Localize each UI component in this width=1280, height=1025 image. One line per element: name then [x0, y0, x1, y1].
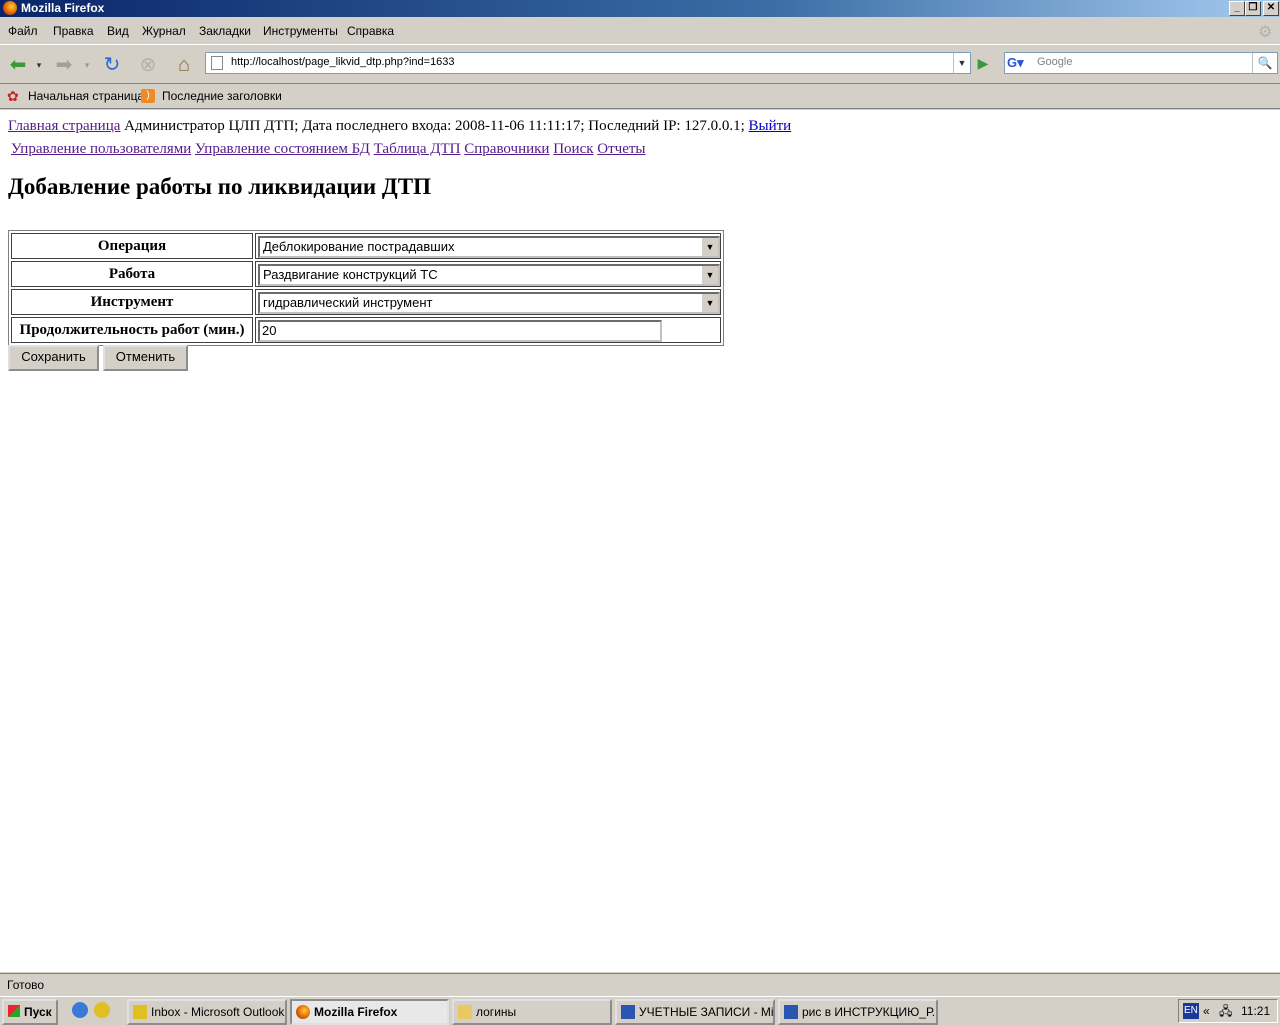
firefox-icon [3, 1, 17, 15]
forward-dropdown-icon[interactable]: ▾ [80, 53, 94, 77]
task-word-accounts[interactable]: УЧЕТНЫЕ ЗАПИСИ - Mi... [615, 999, 775, 1025]
url-text[interactable]: http://localhost/page_likvid_dtp.php?ind… [231, 56, 455, 68]
maximize-button[interactable]: ❐ [1245, 1, 1261, 16]
home-link[interactable]: Главная страница [8, 118, 120, 134]
nav-dtp-table-link[interactable]: Таблица ДТП [374, 141, 461, 157]
work-form-table: Операция Деблокирование пострадавших ▼ Р… [8, 230, 724, 346]
chevron-down-icon[interactable]: ▼ [701, 238, 718, 256]
menu-tools[interactable]: Инструменты [263, 24, 338, 38]
bookmark-start-page[interactable]: Начальная страница [28, 89, 144, 103]
tool-label: Инструмент [11, 289, 253, 315]
bookmark-latest-headlines[interactable]: Последние заголовки [162, 89, 282, 103]
go-arrow-icon[interactable]: ▶ [973, 53, 993, 73]
user-info-text: Администратор ЦЛП ДТП; Дата последнего в… [120, 118, 749, 134]
task-label: Mozilla Firefox [314, 1005, 398, 1019]
ie-quicklaunch-icon[interactable] [72, 1002, 88, 1018]
task-label: Inbox - Microsoft Outlook [151, 1005, 285, 1019]
task-label: логины [476, 1005, 517, 1019]
menu-file[interactable]: Файл [8, 24, 38, 38]
stop-icon[interactable]: ⊗ [136, 53, 160, 77]
url-dropdown-icon[interactable]: ▼ [953, 53, 970, 73]
cancel-button[interactable]: Отменить [103, 345, 188, 371]
status-bar: Готово [0, 973, 1280, 995]
page-title: Добавление работы по ликвидации ДТП [8, 174, 431, 199]
outlook-icon [133, 1005, 147, 1019]
menu-bar: Файл Правка Вид Журнал Закладки Инструме… [0, 20, 1280, 42]
word-icon [621, 1005, 635, 1019]
menu-history[interactable]: Журнал [142, 24, 186, 38]
logout-link[interactable]: Выйти [749, 118, 792, 134]
language-indicator[interactable]: EN [1183, 1003, 1199, 1019]
tool-select[interactable]: гидравлический инструмент ▼ [258, 292, 720, 314]
start-button[interactable]: Пуск [2, 999, 58, 1025]
operation-label: Операция [11, 233, 253, 259]
reload-icon[interactable]: ↻ [100, 53, 124, 77]
system-tray: EN « 🖧 11:21 [1178, 999, 1278, 1023]
close-button[interactable]: ✕ [1263, 1, 1279, 16]
nav-search-link[interactable]: Поиск [553, 141, 593, 157]
work-selected-value: Раздвигание конструкций ТС [263, 267, 438, 282]
outlook-quicklaunch-icon[interactable] [94, 1002, 110, 1018]
search-box[interactable]: G▾ Google 🔍 [1004, 52, 1278, 74]
network-icon[interactable]: 🖧 [1219, 1000, 1232, 1022]
duration-input[interactable]: 20 [258, 320, 662, 342]
search-magnifier-icon[interactable]: 🔍 [1252, 53, 1277, 73]
google-engine-icon[interactable]: G▾ [1007, 55, 1031, 71]
tool-selected-value: гидравлический инструмент [263, 295, 433, 310]
windows-taskbar: Пуск Inbox - Microsoft Outlook Mozilla F… [0, 996, 1280, 1025]
task-outlook[interactable]: Inbox - Microsoft Outlook [127, 999, 287, 1025]
word-icon [784, 1005, 798, 1019]
menu-view[interactable]: Вид [107, 24, 129, 38]
menu-edit[interactable]: Правка [53, 24, 94, 38]
back-arrow-icon[interactable]: ⬅ [6, 53, 30, 77]
page-content: Главная страница Администратор ЦЛП ДТП; … [0, 110, 1280, 972]
nav-users-link[interactable]: Управление пользователями [11, 141, 191, 157]
menu-help[interactable]: Справка [347, 24, 394, 38]
url-bar[interactable]: http://localhost/page_likvid_dtp.php?ind… [205, 52, 971, 74]
bookmarks-toolbar: ✿ Начальная страница ) Последние заголов… [0, 84, 1280, 109]
work-select[interactable]: Раздвигание конструкций ТС ▼ [258, 264, 720, 286]
nav-reports-link[interactable]: Отчеты [597, 141, 645, 157]
duration-label: Продолжительность работ (мин.) [11, 317, 253, 343]
nav-db-state-link[interactable]: Управление состоянием БД [195, 141, 370, 157]
window-title: Mozilla Firefox [21, 1, 105, 15]
chevron-down-icon[interactable]: ▼ [701, 294, 718, 312]
clock: 11:21 [1241, 1004, 1271, 1018]
nav-references-link[interactable]: Справочники [464, 141, 549, 157]
folder-icon [458, 1005, 472, 1019]
task-firefox[interactable]: Mozilla Firefox [290, 999, 449, 1025]
throbber-icon: ⚙ [1258, 24, 1273, 41]
minimize-button[interactable]: _ [1229, 1, 1245, 16]
menu-bookmarks[interactable]: Закладки [199, 24, 251, 38]
start-page-icon: ✿ [7, 88, 19, 104]
status-text: Готово [7, 978, 45, 992]
search-input[interactable]: Google [1037, 56, 1072, 68]
tray-expand-icon[interactable]: « [1203, 1000, 1210, 1022]
task-word-instruction[interactable]: рис в ИНСТРУКЦИЮ_Р... [778, 999, 938, 1025]
chevron-down-icon[interactable]: ▼ [701, 266, 718, 284]
rss-icon: ) [141, 89, 155, 103]
back-dropdown-icon[interactable]: ▾ [32, 53, 46, 77]
save-button[interactable]: Сохранить [8, 345, 99, 371]
firefox-icon [296, 1005, 310, 1019]
site-nav: Управление пользователями Управление сос… [11, 141, 646, 158]
task-folder[interactable]: логины [452, 999, 612, 1025]
operation-selected-value: Деблокирование пострадавших [263, 239, 455, 254]
start-label: Пуск [24, 1005, 52, 1019]
task-label: рис в ИНСТРУКЦИЮ_Р... [802, 1005, 938, 1019]
home-icon[interactable]: ⌂ [172, 53, 196, 77]
operation-select[interactable]: Деблокирование пострадавших ▼ [258, 236, 720, 258]
window-titlebar: Mozilla Firefox _ ❐ ✕ [0, 0, 1280, 17]
windows-logo-icon [8, 1005, 20, 1017]
page-icon [211, 56, 223, 70]
work-label: Работа [11, 261, 253, 287]
user-info-line: Главная страница Администратор ЦЛП ДТП; … [8, 118, 791, 135]
task-label: УЧЕТНЫЕ ЗАПИСИ - Mi... [639, 1005, 775, 1019]
forward-arrow-icon[interactable]: ➡ [52, 53, 76, 77]
